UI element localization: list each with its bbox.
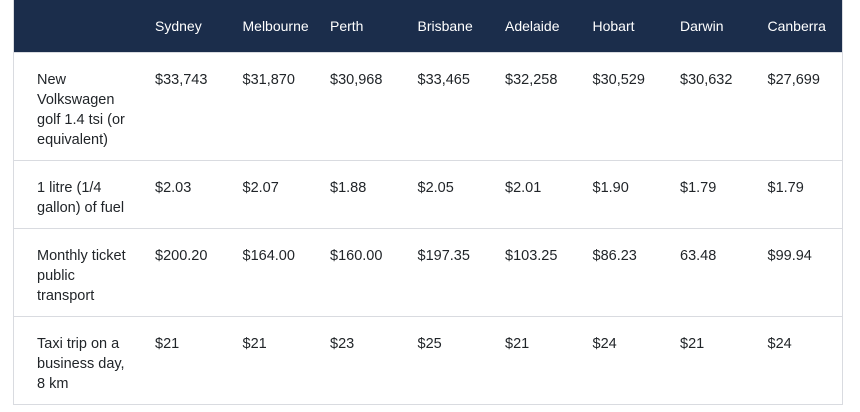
table-cell: $30,632 xyxy=(680,71,733,88)
header-row: Sydney Melbourne Perth Brisbane Adelaide… xyxy=(14,0,842,52)
cost-comparison-table: Sydney Melbourne Perth Brisbane Adelaide… xyxy=(14,0,842,404)
table-cell: $23 xyxy=(330,335,355,352)
table-cell: $30,968 xyxy=(330,71,383,88)
column-header-melbourne: Melbourne xyxy=(242,17,309,34)
table-cell: $31,870 xyxy=(242,71,295,88)
table-header: Sydney Melbourne Perth Brisbane Adelaide… xyxy=(14,0,842,52)
column-header-perth: Perth xyxy=(330,17,364,34)
table-cell: $2.01 xyxy=(505,179,542,196)
header-corner xyxy=(14,0,142,52)
table-cell: $200.20 xyxy=(155,247,208,264)
table-cell: $197.35 xyxy=(417,247,470,264)
row-label: Monthly ticket public transport xyxy=(37,247,126,304)
table-cell: $27,699 xyxy=(767,71,820,88)
cost-comparison-table-container: Sydney Melbourne Perth Brisbane Adelaide… xyxy=(13,0,843,405)
column-header-adelaide: Adelaide xyxy=(505,17,560,34)
table-cell: $1.79 xyxy=(767,179,804,196)
table-cell: $1.88 xyxy=(330,179,367,196)
table-cell: $21 xyxy=(155,335,180,352)
table-cell: $21 xyxy=(505,335,530,352)
table-row-transport: Monthly ticket public transport $200.20 … xyxy=(14,228,842,316)
table-row-car: New Volkswagen golf 1.4 tsi (or equivale… xyxy=(14,52,842,160)
row-label: Taxi trip on a business day, 8 km xyxy=(37,335,125,392)
table-cell: $33,743 xyxy=(155,71,208,88)
table-cell: $103.25 xyxy=(505,247,558,264)
column-header-darwin: Darwin xyxy=(680,17,724,34)
table-cell: $24 xyxy=(592,335,617,352)
column-header-hobart: Hobart xyxy=(592,17,635,34)
table-body: New Volkswagen golf 1.4 tsi (or equivale… xyxy=(14,52,842,404)
table-cell: $32,258 xyxy=(505,71,558,88)
table-cell: $1.90 xyxy=(592,179,629,196)
table-cell: $1.79 xyxy=(680,179,717,196)
column-header-sydney: Sydney xyxy=(155,17,202,34)
table-cell: $21 xyxy=(242,335,267,352)
table-cell: $30,529 xyxy=(592,71,645,88)
column-header-canberra: Canberra xyxy=(767,17,826,34)
row-label: 1 litre (1/4 gallon) of fuel xyxy=(37,179,125,216)
table-cell: $2.03 xyxy=(155,179,192,196)
table-cell: $160.00 xyxy=(330,247,383,264)
table-row-taxi: Taxi trip on a business day, 8 km $21 $2… xyxy=(14,316,842,404)
table-cell: $2.07 xyxy=(242,179,279,196)
table-cell: $164.00 xyxy=(242,247,295,264)
table-cell: $25 xyxy=(417,335,442,352)
table-cell: $2.05 xyxy=(417,179,454,196)
table-cell: $86.23 xyxy=(592,247,637,264)
table-cell: $33,465 xyxy=(417,71,470,88)
column-header-brisbane: Brisbane xyxy=(417,17,473,34)
table-cell: $99.94 xyxy=(767,247,812,264)
table-cell: 63.48 xyxy=(680,247,717,264)
table-cell: $24 xyxy=(767,335,792,352)
table-row-fuel: 1 litre (1/4 gallon) of fuel $2.03 $2.07… xyxy=(14,160,842,228)
row-label: New Volkswagen golf 1.4 tsi (or equivale… xyxy=(37,71,125,148)
table-cell: $21 xyxy=(680,335,705,352)
